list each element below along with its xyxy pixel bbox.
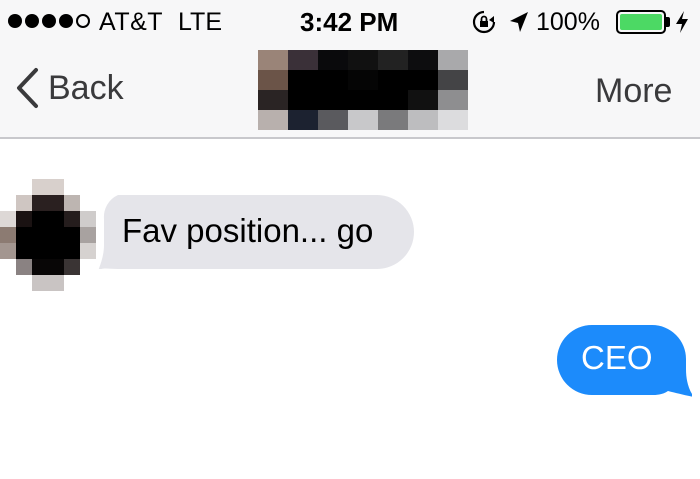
header: AT&T LTE 3:42 PM 100% Back More [0, 0, 700, 139]
battery-tip [666, 17, 670, 27]
back-label: Back [48, 68, 124, 107]
chevron-left-icon [17, 68, 38, 108]
status-time: 3:42 PM [300, 7, 399, 37]
battery-percent: 100% [536, 8, 600, 36]
incoming-message-text: Fav position... go [122, 212, 374, 249]
incoming-message-bubble[interactable]: Fav position... go [98, 195, 414, 269]
rotation-lock-icon [472, 10, 496, 34]
carrier-label: AT&T [99, 8, 164, 36]
sender-avatar[interactable] [0, 179, 96, 291]
battery-fill [620, 14, 662, 30]
outgoing-message-bubble[interactable]: CEO [556, 325, 692, 397]
charging-bolt-icon [676, 11, 688, 33]
location-arrow-icon [510, 12, 528, 32]
outgoing-message-text: CEO [581, 339, 653, 376]
back-button[interactable]: Back [14, 66, 124, 110]
status-bar: AT&T LTE 3:42 PM 100% [0, 0, 700, 44]
network-type: LTE [178, 8, 222, 36]
more-button[interactable]: More [595, 72, 672, 111]
contact-photo[interactable] [258, 50, 468, 130]
signal-strength-icon [8, 14, 90, 28]
conversation-view[interactable]: Fav position... go CEO [0, 141, 700, 479]
battery-icon [616, 10, 666, 34]
